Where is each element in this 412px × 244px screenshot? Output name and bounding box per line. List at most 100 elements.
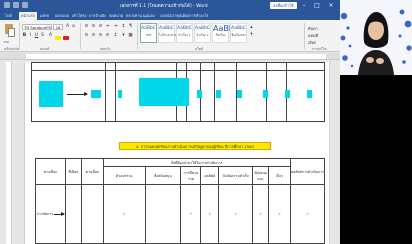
paste-label: วาง <box>3 40 9 44</box>
font-size-dropdown[interactable]: 16 <box>53 24 63 30</box>
grow-font-icon[interactable]: A <box>65 24 70 29</box>
show-marks-icon[interactable]: ¶ <box>128 24 133 29</box>
check-mark: ✓ <box>306 212 309 216</box>
shading-icon[interactable]: ▾ <box>121 33 126 38</box>
align-right-icon[interactable]: ≡ <box>98 33 103 38</box>
table-cell <box>104 62 116 71</box>
ruler-paper-zone <box>26 54 326 59</box>
select-button[interactable]: เลือก <box>308 39 318 46</box>
highlighted-text-block[interactable] <box>307 90 312 98</box>
close-icon[interactable]: × <box>326 1 336 10</box>
font-name-dropdown[interactable]: TH SarabunPSK <box>22 24 52 30</box>
bold-icon[interactable]: B <box>22 33 27 38</box>
presenter-video <box>340 9 412 75</box>
ribbon-divider <box>304 23 305 49</box>
tab-references[interactable]: การอ้างอิง <box>87 12 108 20</box>
table-cell <box>31 62 106 71</box>
highlighted-text-block[interactable] <box>263 90 268 98</box>
editing-group: ค้นหา แทนที่ เลือก <box>308 25 318 46</box>
minimize-icon[interactable]: – <box>299 1 309 10</box>
highlighted-text-block[interactable] <box>285 90 290 98</box>
save-icon[interactable] <box>4 2 10 8</box>
align-center-icon[interactable]: ≡ <box>91 33 96 38</box>
horizontal-ruler[interactable] <box>0 53 340 60</box>
highlight-color-icon[interactable] <box>55 36 61 40</box>
header-cell: การมีส่วนร่วม <box>180 166 202 185</box>
row-label: การจัดการ <box>36 212 54 216</box>
group-paragraph-label: ย่อหน้า <box>100 47 111 51</box>
highlighted-text-block[interactable] <box>118 90 122 98</box>
vertical-ruler[interactable] <box>6 62 12 244</box>
style-heading-1[interactable]: AaBbC หัวเรื่อง 1 <box>176 23 193 43</box>
table-cell <box>200 62 216 71</box>
table-cell <box>200 70 216 122</box>
find-button[interactable]: ค้นหา <box>308 25 318 32</box>
shrink-font-icon[interactable]: a <box>71 24 76 29</box>
tell-me-search[interactable]: บอกฉันว่าคุณต้องการทำอะไร <box>160 12 220 19</box>
table-cell <box>186 62 202 71</box>
highlighted-text-block[interactable] <box>39 81 63 107</box>
styles-scroll-up-icon[interactable]: ▴ <box>249 25 254 30</box>
undo-icon[interactable] <box>13 2 19 8</box>
highlighted-text-block[interactable] <box>91 90 101 98</box>
table-cell <box>266 70 288 122</box>
tab-design[interactable]: ออกแบบ <box>53 12 71 20</box>
maximize-icon[interactable]: □ <box>312 1 322 10</box>
sort-icon[interactable]: ↕ <box>121 24 126 29</box>
table-cell <box>214 62 238 71</box>
italic-icon[interactable]: I <box>28 33 33 38</box>
sign-in-button[interactable]: ลงชื่อเข้าใช้ <box>270 2 297 9</box>
presenter-webcam <box>340 0 412 244</box>
header-cell: ตัวแปรร่วม <box>102 166 146 185</box>
redo-icon[interactable] <box>22 2 28 8</box>
strikethrough-icon[interactable]: S <box>40 33 45 38</box>
highlighted-text-block[interactable] <box>197 90 202 98</box>
tab-file[interactable]: ไฟล์ <box>3 12 14 20</box>
style-title[interactable]: AaBbC ชื่อเรื่อง <box>212 23 240 43</box>
numbering-icon[interactable]: ≡ <box>91 24 96 29</box>
document-page[interactable]: 4. การถอดบทเรียนการดำเนินการแก้ปัญหาของผ… <box>24 62 330 244</box>
align-left-icon[interactable]: ≡ <box>84 33 89 38</box>
header-cell: ทางเลือก <box>35 158 66 185</box>
section-heading[interactable]: 4. การถอดบทเรียนการดำเนินการแก้ปัญหาของผ… <box>119 142 271 150</box>
window-title: เอกสารที่ 1.1 [โหมดความเข้ากันได้] - Wor… <box>120 4 208 9</box>
multilevel-list-icon[interactable]: ≡ <box>98 24 103 29</box>
styles-scroll-down-icon[interactable]: ▾ <box>249 32 254 37</box>
text-effects-icon[interactable]: A <box>48 33 53 38</box>
header-cell: สิ่งที่ต้องนำมาใช้ในการดำเนินการ <box>102 158 292 167</box>
header-cell: อื่นๆ <box>268 166 292 185</box>
header-cell: ผลลัพธ์ <box>200 166 220 185</box>
paste-button[interactable]: วาง <box>3 24 15 44</box>
table-cell <box>64 184 82 244</box>
lesson-table: ทางเลือก ที่เลือก ทางเลือก สิ่งที่ต้องนำ… <box>35 158 325 244</box>
header-cell: ที่เลือก <box>64 158 82 185</box>
tab-layout[interactable]: เค้าโครง <box>70 12 88 20</box>
replace-button[interactable]: แทนที่ <box>308 32 318 39</box>
borders-icon[interactable]: ▦ <box>128 33 133 38</box>
header-cell: ผลลัพธ์การดำเนินการ <box>290 158 325 185</box>
decrease-indent-icon[interactable]: ⇤ <box>106 24 111 29</box>
check-mark: ✓ <box>189 212 193 216</box>
style-subtitle[interactable]: AaBbC ชื่อเรื่องรอง <box>230 23 247 43</box>
tab-insert[interactable]: แทรก <box>38 12 51 20</box>
ribbon-divider <box>137 23 138 49</box>
bullets-icon[interactable]: ≡ <box>84 24 89 29</box>
tab-home[interactable]: หน้าแรก <box>19 12 38 20</box>
style-normal[interactable]: AaBbC ปกติ <box>140 23 157 43</box>
tab-view[interactable]: มุมมอง <box>141 12 157 20</box>
highlighted-text-block[interactable] <box>237 90 242 98</box>
font-color-icon[interactable] <box>63 36 69 40</box>
tab-mailings[interactable]: จดหมาย <box>107 12 125 20</box>
justify-icon[interactable]: ≡ <box>105 33 110 38</box>
style-no-spacing[interactable]: AaBbC ไม่มีระยะห่าง <box>158 23 176 43</box>
table-cell <box>286 62 325 71</box>
highlighted-text-block[interactable] <box>216 90 221 98</box>
table-cell: ✓ <box>268 184 292 244</box>
table-cell <box>236 62 268 71</box>
highlighted-text-block[interactable] <box>139 78 189 106</box>
paste-sheet-icon <box>8 28 15 37</box>
style-heading-2[interactable]: AaBbC หัวเรื่อง 2 <box>194 23 211 43</box>
underline-icon[interactable]: U <box>34 33 39 38</box>
increase-indent-icon[interactable]: ⇥ <box>113 24 118 29</box>
line-spacing-icon[interactable]: ↕ <box>113 33 118 38</box>
